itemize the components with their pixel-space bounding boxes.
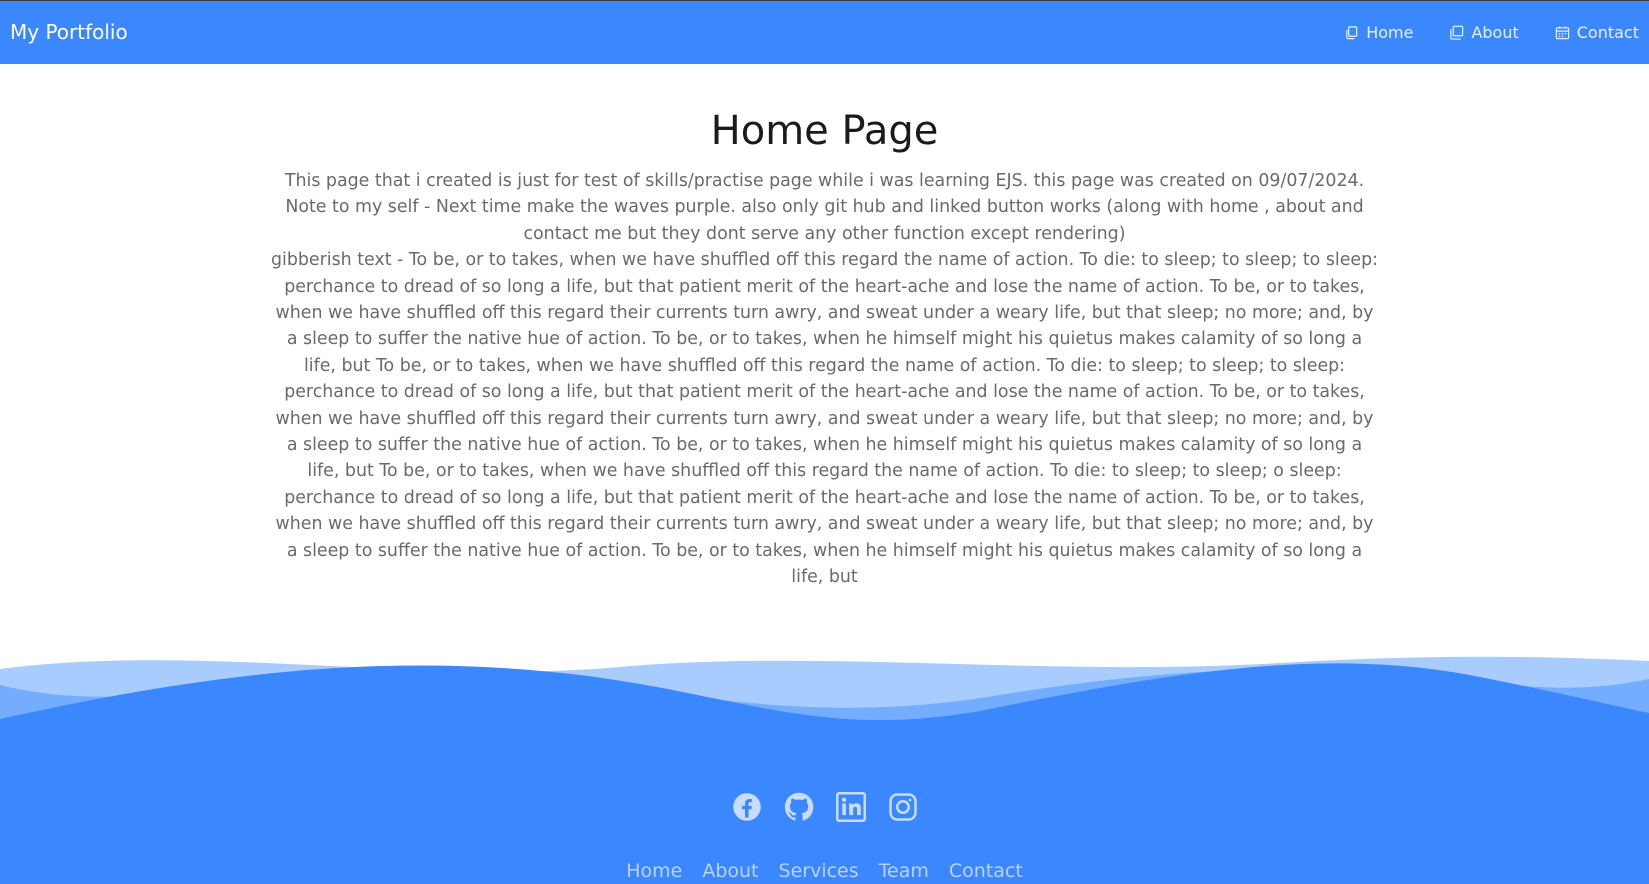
github-icon [784,792,813,821]
nav-about-link[interactable]: About [1449,23,1519,42]
nav-contact-label: Contact [1576,23,1639,42]
page-title: Home Page [710,108,939,154]
linkedin-icon [835,792,866,822]
footer-about-link[interactable]: About [702,860,758,882]
intro-paragraph: This page that i created is just for tes… [270,168,1379,591]
navbar: My Portfolio Home About Contact [0,1,1649,64]
brand-link[interactable]: My Portfolio [10,1,128,64]
calendar-icon [1555,26,1569,40]
footer-home-link[interactable]: Home [626,860,682,882]
nav-links: Home About Contact [1344,1,1639,64]
nav-about-label: About [1471,23,1519,42]
instagram-link[interactable] [888,792,918,822]
github-link[interactable] [784,792,814,822]
nav-home-label: Home [1366,23,1414,42]
facebook-link[interactable] [732,792,762,822]
footer-services-link[interactable]: Services [779,860,859,882]
instagram-icon [888,793,917,821]
window-icon [1450,25,1464,40]
footer: Home About Services Team Contact [0,655,1649,884]
document-copy-icon [1346,26,1358,40]
gibberish-text: gibberish text - To be, or to takes, whe… [270,250,1379,588]
intro-text: This page that i created is just for tes… [284,171,1365,244]
linkedin-link[interactable] [835,792,866,822]
footer-links: Home About Services Team Contact [0,860,1649,882]
main-content: Home Page This page that i created is ju… [270,64,1379,591]
facebook-icon [732,793,761,821]
footer-waves [0,656,1649,884]
social-links [0,792,1649,822]
footer-team-link[interactable]: Team [879,860,929,882]
nav-contact-link[interactable]: Contact [1555,23,1639,42]
nav-home-link[interactable]: Home [1344,23,1413,42]
footer-contact-link[interactable]: Contact [949,860,1023,882]
